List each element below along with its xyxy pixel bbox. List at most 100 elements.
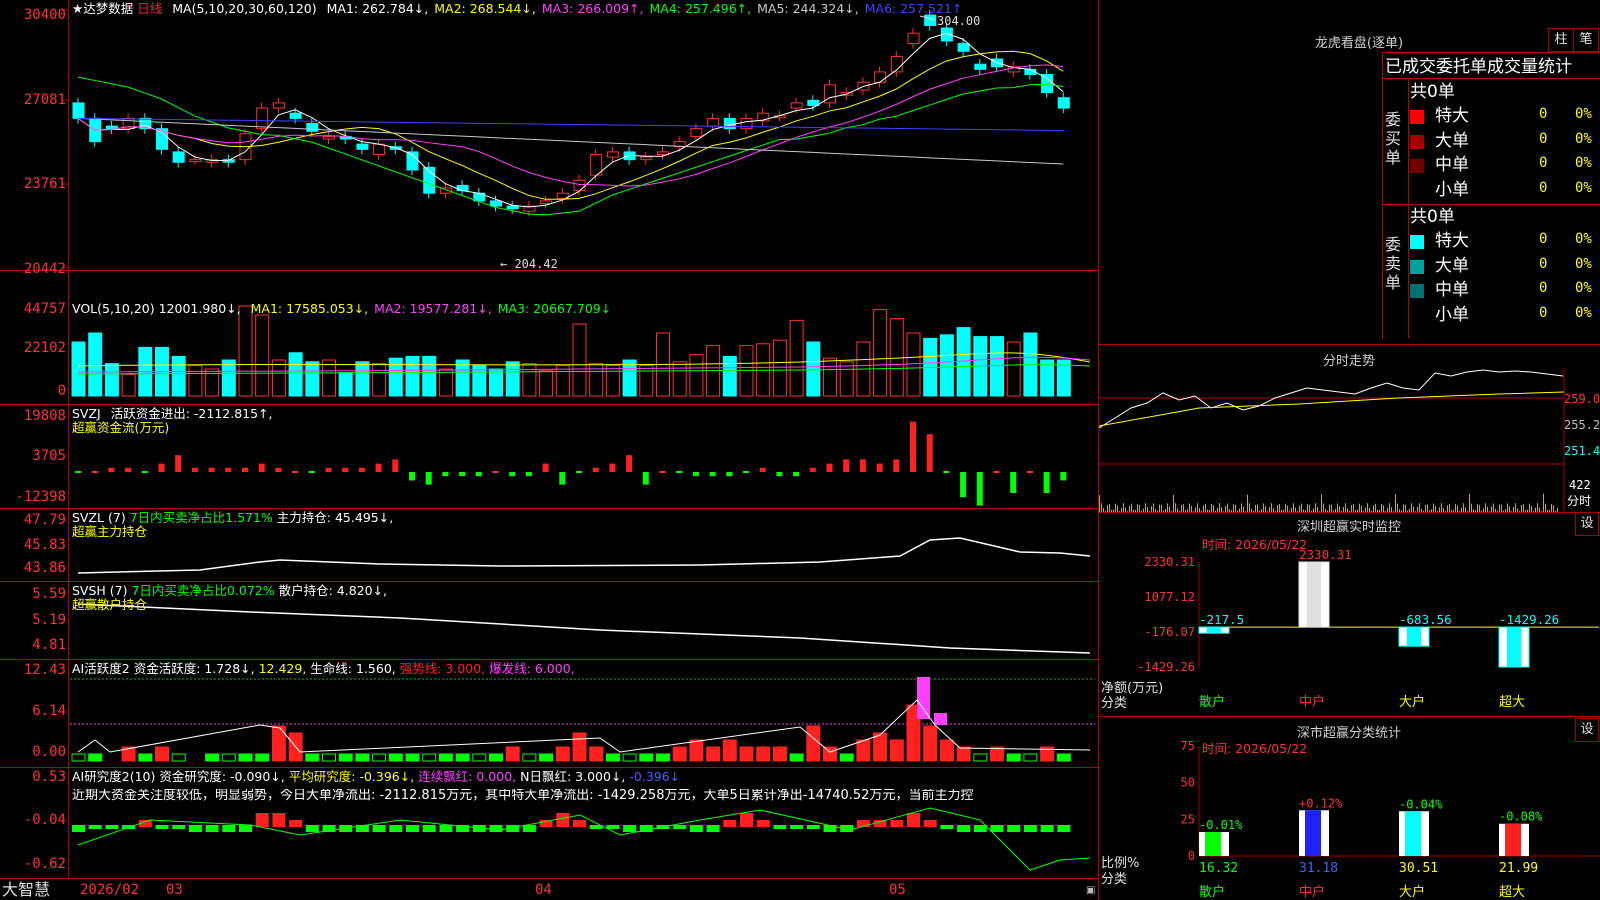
intraday-chart[interactable] (1099, 368, 1600, 512)
fund-flow-bar (492, 471, 499, 473)
intraday-price-tick: 259.0 (1564, 392, 1600, 406)
ma-value-6: MA6: 257.521↑ (864, 1, 963, 16)
intraday-volume-bar (1419, 503, 1420, 512)
activity-bar (956, 746, 971, 762)
activity-bar (271, 725, 286, 762)
class-value-label: 30.51 (1399, 861, 1438, 876)
research-bar (172, 825, 186, 829)
intraday-volume-bar (1115, 503, 1116, 512)
sell-row-pct: 0% (1575, 280, 1592, 296)
intraday-volume-bar (1161, 504, 1162, 512)
intraday-volume-bar (1241, 503, 1242, 512)
ai-active-axis-label: 0.00 (32, 744, 66, 760)
research-bar (907, 813, 920, 827)
fund-flow-bar (859, 459, 866, 472)
ai-research-red: 连续飘红: 0.000, (418, 769, 517, 784)
class-tick: 50 (1181, 776, 1195, 790)
fund-flow-bar (743, 471, 749, 473)
sz-class-cat-label: 分类 (1101, 872, 1128, 887)
intraday-volume-bar (1367, 503, 1368, 512)
research-bar (990, 825, 1004, 832)
volume-bar (889, 318, 904, 397)
research-bar (790, 825, 804, 829)
svsh-name: SVSH (7) (72, 583, 128, 598)
vol-value: 12001.980↓, (158, 301, 241, 316)
stats-tab[interactable]: 已成交委托单成交量统计 (1385, 57, 1572, 77)
svsh-axis-label: 5.19 (32, 612, 66, 628)
activity-bar (555, 746, 570, 762)
intraday-price-tick: 251.4 (1564, 444, 1600, 458)
intraday-volume-bar (1405, 504, 1406, 512)
research-bar (489, 825, 503, 832)
candle (723, 117, 736, 130)
kline-chart[interactable]: 304.00 ← 204.42 (0, 0, 1098, 900)
date-axis-label: 2026/02 (80, 882, 140, 898)
candle (907, 32, 920, 45)
activity-bar (355, 753, 370, 762)
brand-logo[interactable]: 大智慧 (2, 881, 50, 899)
ma-value-4: MA4: 257.496↑, (649, 1, 752, 16)
intraday-volume-bar (1427, 504, 1428, 512)
bar-mode-button[interactable]: 柱 (1548, 28, 1574, 52)
volume-bar (672, 361, 687, 397)
activity-bar (823, 746, 837, 762)
ai-active-header: AI活跃度2 资金活跃度: 1.728↓, 12.429, 生命线: 1.560… (72, 662, 575, 676)
intraday-volume-bar (1197, 503, 1198, 512)
intraday-volume-bar (1279, 503, 1280, 512)
intraday-price-line (1099, 369, 1564, 429)
svzl-holding: 主力持仓: 45.495↓, (276, 510, 394, 525)
research-bar (1040, 825, 1054, 832)
sell-row-pct: 0% (1575, 231, 1592, 247)
fund-flow-bar (659, 471, 666, 473)
volume-bar (906, 332, 921, 397)
buy-row-name: 特大 (1435, 106, 1469, 126)
volume-bar (221, 359, 236, 397)
buy-swatch (1410, 134, 1424, 149)
fund-flow-bar (843, 459, 850, 472)
chart-area[interactable]: 304.00 ← 204.42 ★达梦数据 日线 MA(5,10,20,30,60,… (0, 0, 1099, 900)
intraday-volume-bar (1441, 503, 1442, 512)
ai-research-value: 资金研究度: -0.090↓, (159, 769, 285, 784)
intraday-volume-bar (1375, 503, 1376, 512)
intraday-volume-bar (1351, 505, 1352, 512)
fund-flow-bar (542, 463, 549, 472)
period-label[interactable]: 日线 (137, 1, 162, 16)
intraday-volume-bar (1447, 505, 1448, 512)
intraday-volume-bar (1507, 503, 1508, 512)
activity-bar (923, 725, 938, 762)
volume-bar (238, 305, 253, 397)
pen-mode-button[interactable]: 笔 (1573, 28, 1599, 52)
intraday-volume-bar (1455, 503, 1456, 512)
class-bar-core (1305, 810, 1321, 856)
activity-bar (572, 732, 587, 762)
candle (573, 179, 586, 192)
volume-bar (605, 364, 620, 397)
ai-research-last: -0.396↓ (629, 769, 681, 784)
volume-bar (639, 364, 654, 397)
class-change-label: -0.04% (1399, 797, 1443, 811)
activity-bar (706, 746, 721, 762)
volume-bar (255, 314, 270, 397)
sz-monitor-chart: 2330.31 1077.12 -176.07 -1429.26 -217.5 散户 233… (1137, 547, 1599, 710)
volume-bar (772, 339, 787, 397)
lock-icon[interactable]: ▣ (1086, 884, 1095, 898)
sz-class-unit: 比例% (1101, 856, 1140, 871)
research-bar (940, 825, 954, 829)
buy-swatch (1410, 183, 1424, 198)
fund-flow-bar (709, 472, 716, 477)
intraday-volume-bar (1301, 503, 1302, 512)
buy-row-pct: 0% (1575, 106, 1592, 122)
monitor-category-label: 散户 (1199, 694, 1225, 710)
research-bar (740, 813, 753, 827)
svzj-header: SVZJ 活跃资金进出: -2112.815↑, (72, 407, 273, 421)
intraday-volume-bar (1479, 504, 1480, 512)
intraday-volume-bar (1167, 503, 1168, 512)
intraday-volume-bar (1425, 504, 1426, 512)
buy-swatch (1410, 110, 1424, 124)
fund-flow-bar (158, 463, 165, 472)
activity-bar (856, 739, 871, 762)
star-icon[interactable]: ★ (72, 1, 83, 16)
intraday-volume-bar (1395, 494, 1396, 512)
svsh-header: SVSH (7) 7日内买卖净占比0.072% 散户持仓: 4.820↓, (72, 584, 387, 598)
ai-active-axis-label: 6.14 (32, 703, 66, 719)
